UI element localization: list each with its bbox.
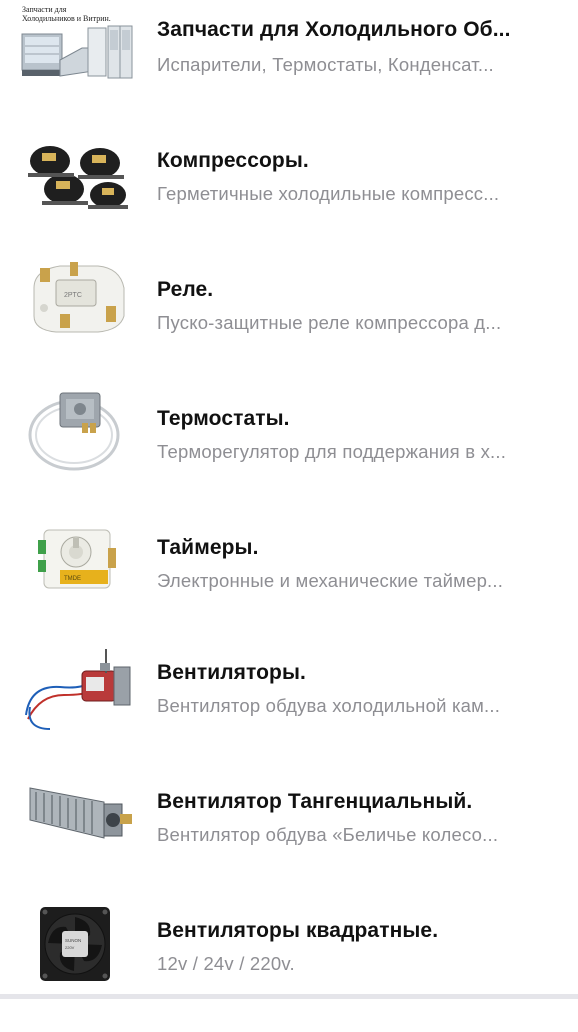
image-caption-line-1: Запчасти для [22,5,67,14]
category-item-square-fans[interactable]: SUNON 220V Вентиляторы квадратные. 12v /… [0,903,578,1032]
category-subtitle: Терморегулятор для поддержания в х... [157,441,507,462]
svg-text:220V: 220V [65,945,75,950]
thermostat-icon [20,387,138,487]
category-subtitle: Испарители, Термостаты, Конденсат... [157,54,494,75]
category-item-fans[interactable]: Вентиляторы. Вентилятор обдува холодильн… [0,645,578,774]
svg-text:SUNON: SUNON [65,938,81,943]
category-title: Термостаты. [157,407,290,430]
category-title: Вентиляторы. [157,661,306,684]
timer-icon: TMDE [20,520,138,620]
category-item-compressors[interactable]: Компрессоры. Герметичные холодильные ком… [0,129,578,258]
category-item-refrigeration-parts[interactable]: Запчасти для Холодильников и Витрин. Зап… [0,0,578,129]
compressor-icon [20,139,138,239]
category-item-tangential-fan[interactable]: Вентилятор Тангенциальный. Вентилятор об… [0,774,578,903]
category-subtitle: Вентилятор обдува холодильной кам... [157,695,501,716]
category-title: Вентилятор Тангенциальный. [157,790,473,813]
image-caption-line-2: Холодильников и Витрин. [22,14,111,23]
category-subtitle: Пуско-защитные реле компрессора д... [157,312,502,333]
square-fan-icon: SUNON 220V [20,905,138,1005]
tangential-fan-icon [20,774,138,874]
category-subtitle: Электронные и механические таймер... [157,570,504,591]
category-subtitle: Вентилятор обдува «Беличье колесо... [157,824,499,845]
bottom-divider [0,994,578,999]
relay-icon: 2PTC [20,258,138,358]
category-subtitle: Герметичные холодильные компресс... [157,183,500,204]
category-title: Запчасти для Холодильного Об... [157,18,511,41]
category-item-thermostats[interactable]: Термостаты. Терморегулятор для поддержан… [0,387,578,516]
svg-text:2PTC: 2PTC [64,292,82,299]
category-subtitle: 12v / 24v / 220v. [157,953,295,974]
refrigeration-showcase-icon: Запчасти для Холодильников и Витрин. [20,4,138,104]
svg-text:TMDE: TMDE [64,576,81,582]
category-title: Таймеры. [157,536,259,559]
category-item-timers[interactable]: TMDE Таймеры. Электронные и механические… [0,516,578,645]
category-title: Вентиляторы квадратные. [157,919,439,942]
fan-motor-icon [20,645,138,745]
category-item-relays[interactable]: 2PTC Реле. Пуско-защитные реле компрессо… [0,258,578,387]
category-title: Компрессоры. [157,149,309,172]
category-title: Реле. [157,278,214,301]
